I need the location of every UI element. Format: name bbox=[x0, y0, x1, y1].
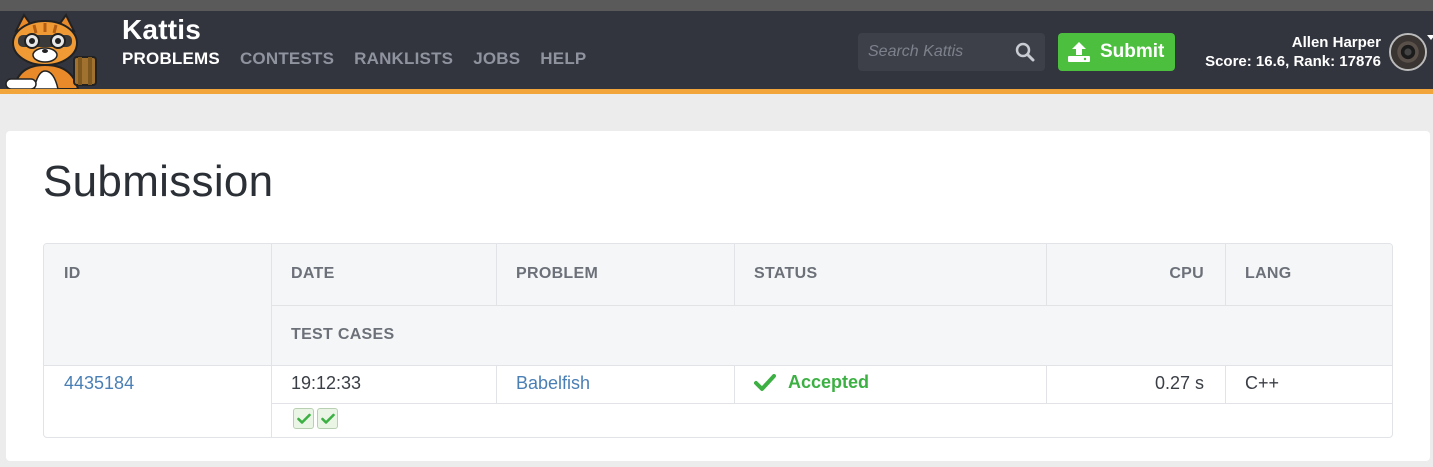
status-text: Accepted bbox=[788, 372, 870, 392]
search-icon[interactable] bbox=[1015, 42, 1035, 62]
row-divider bbox=[271, 403, 1392, 404]
header-date: DATE bbox=[291, 265, 335, 282]
avatar[interactable] bbox=[1389, 33, 1427, 71]
col-divider bbox=[496, 366, 497, 404]
search-box bbox=[858, 33, 1045, 71]
submit-button[interactable]: Submit bbox=[1058, 33, 1175, 71]
nav-jobs[interactable]: JOBS bbox=[473, 49, 520, 69]
nav-contests[interactable]: CONTESTS bbox=[240, 49, 334, 69]
col-divider bbox=[496, 244, 497, 306]
header-lang: LANG bbox=[1245, 265, 1292, 282]
header-cpu: CPU bbox=[1169, 265, 1204, 282]
col-divider bbox=[1225, 244, 1226, 306]
header-status: STATUS bbox=[754, 265, 818, 282]
check-icon bbox=[320, 413, 335, 424]
navbar-accent-line bbox=[0, 89, 1433, 94]
submission-date: 19:12:33 bbox=[291, 373, 362, 393]
col-divider bbox=[1225, 366, 1226, 404]
header-id: ID bbox=[64, 265, 81, 282]
page-title: Submission bbox=[43, 157, 274, 206]
user-info[interactable]: Allen Harper Score: 16.6, Rank: 17876 bbox=[1205, 33, 1381, 71]
status-badge: Accepted bbox=[754, 372, 869, 393]
search-input[interactable] bbox=[858, 33, 1008, 71]
nav-help[interactable]: HELP bbox=[540, 49, 586, 69]
submission-table: ID DATE PROBLEM STATUS CPU LANG TEST CAS… bbox=[43, 243, 1393, 438]
user-name[interactable]: Allen Harper bbox=[1205, 33, 1381, 52]
browser-top-strip bbox=[0, 0, 1433, 11]
upload-icon bbox=[1068, 42, 1090, 62]
brand-name[interactable]: Kattis bbox=[122, 14, 201, 46]
test-case-passed[interactable] bbox=[293, 408, 314, 429]
col-divider bbox=[734, 244, 735, 306]
language: C++ bbox=[1245, 373, 1280, 393]
problem-link[interactable]: Babelfish bbox=[516, 373, 590, 394]
submit-label: Submit bbox=[1100, 41, 1165, 62]
check-icon bbox=[754, 373, 776, 391]
nav-ranklists[interactable]: RANKLISTS bbox=[354, 49, 453, 69]
header-test-cases: TEST CASES bbox=[291, 326, 395, 343]
submission-id-link[interactable]: 4435184 bbox=[64, 373, 134, 394]
user-menu-caret-icon[interactable] bbox=[1427, 35, 1433, 40]
header-problem: PROBLEM bbox=[516, 265, 599, 282]
test-case-passed[interactable] bbox=[317, 408, 338, 429]
col-divider bbox=[271, 244, 272, 437]
row-divider bbox=[44, 365, 1392, 366]
col-divider bbox=[734, 366, 735, 404]
submission-card: Submission ID DATE PROBLEM STATUS CPU LA… bbox=[6, 131, 1430, 461]
check-icon bbox=[296, 413, 311, 424]
row-divider bbox=[271, 305, 1392, 306]
cpu-time: 0.27 s bbox=[1154, 373, 1204, 393]
main-nav: PROBLEMS CONTESTS RANKLISTS JOBS HELP bbox=[122, 49, 606, 69]
nav-problems[interactable]: PROBLEMS bbox=[122, 49, 220, 69]
user-score-rank: Score: 16.6, Rank: 17876 bbox=[1205, 53, 1381, 70]
kattis-cat-logo-icon[interactable] bbox=[4, 13, 104, 89]
